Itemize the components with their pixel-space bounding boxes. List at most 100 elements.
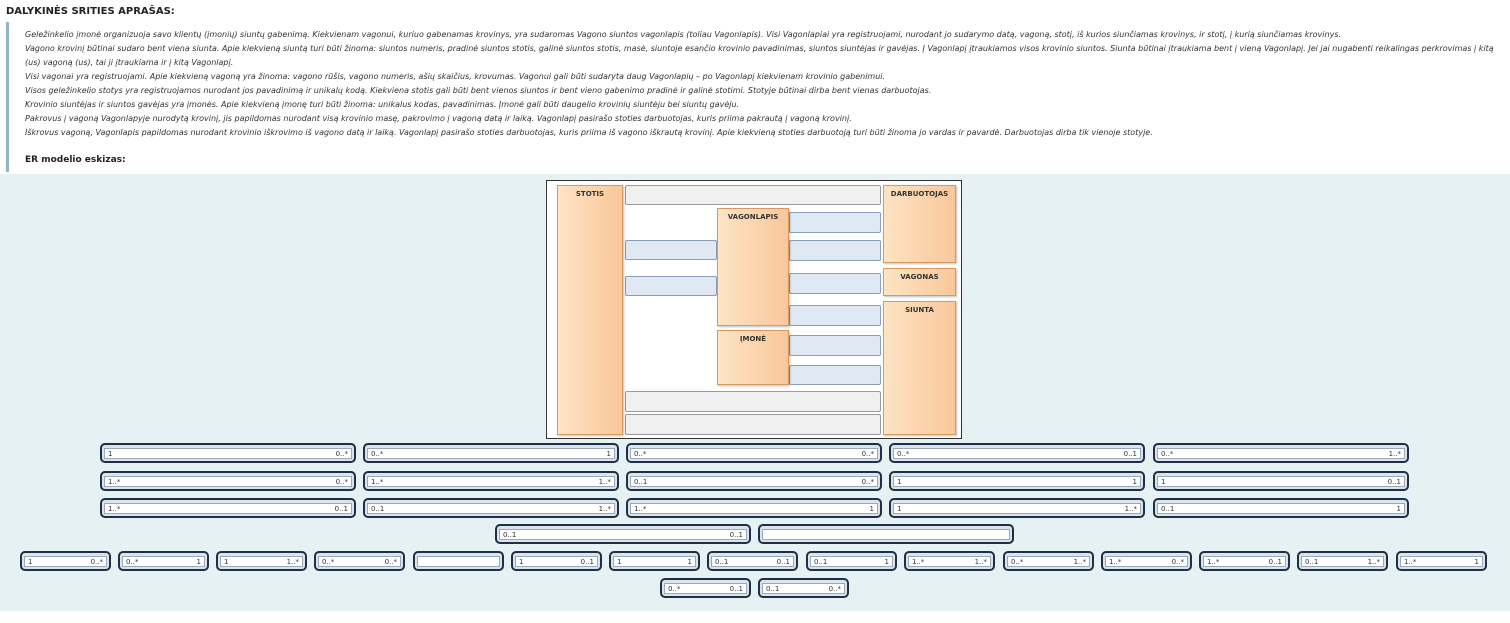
card-right: 0..1 (1268, 558, 1282, 566)
drop-zone-right-5[interactable] (789, 335, 881, 356)
card-left: 1 (28, 558, 33, 566)
card-left: 0..* (897, 450, 910, 458)
entity-siunta: SIUNTA (883, 301, 956, 435)
drop-zone-top[interactable] (625, 185, 881, 205)
card-left: 0..* (1161, 450, 1174, 458)
cardinality-card[interactable]: 1..* 1 (626, 498, 882, 518)
cardinality-card-empty[interactable] (758, 524, 1014, 544)
card-left: 0..1 (1161, 505, 1175, 513)
entity-darbuotojas: DARBUOTOJAS (883, 185, 956, 263)
cardinality-card[interactable]: 0..* 1..* (1153, 443, 1409, 463)
cardinality-card[interactable]: 0..1 1..* (1297, 551, 1388, 571)
card-left: 1..* (1109, 558, 1122, 566)
drop-zone-right-6[interactable] (789, 365, 881, 385)
card-left: 0..* (322, 558, 335, 566)
card-right: 1 (196, 558, 201, 566)
cardinality-card[interactable]: 0..1 0..1 (495, 524, 751, 544)
cardinality-card[interactable]: 1..* 1 (1396, 551, 1487, 571)
cardinality-card[interactable]: 0..* 0..* (314, 551, 405, 571)
drop-zone-right-3[interactable] (789, 273, 881, 294)
card-right: 0..1 (776, 558, 790, 566)
card-left: 0..* (668, 585, 681, 593)
drop-zone-left-2[interactable] (625, 276, 717, 296)
card-right: 1..* (598, 478, 611, 486)
cardinality-card[interactable]: 1 0..1 (511, 551, 602, 571)
paragraph-3: Visi vagonai yra registruojami. Apie kie… (25, 72, 886, 81)
card-right: 0..1 (580, 558, 594, 566)
cardinality-card[interactable]: 1..* 1..* (904, 551, 995, 571)
er-model-title: ER modelio eskizas: (25, 155, 126, 165)
card-left: 1 (1161, 478, 1166, 486)
er-diagram: STOTIS DARBUOTOJAS VAGONLAPIS VAGONAS SI… (546, 180, 962, 439)
drop-zone-right-4[interactable] (789, 305, 881, 326)
cardinality-card[interactable]: 0..* 1 (118, 551, 209, 571)
card-left: 1 (897, 505, 902, 513)
card-left: 0..1 (371, 505, 385, 513)
card-left: 1..* (634, 505, 647, 513)
description-panel: Geležinkelio įmonė organizuoja savo klie… (6, 22, 1502, 172)
entity-vagonlapis: VAGONLAPIS (717, 208, 789, 326)
cardinality-card[interactable]: 1 1..* (889, 498, 1145, 518)
card-left: 0..* (1011, 558, 1024, 566)
card-left: 1..* (912, 558, 925, 566)
drop-zone-bottom-1[interactable] (625, 391, 881, 412)
cardinality-card[interactable]: 1 0..* (100, 443, 356, 463)
cardinality-card[interactable]: 0..1 0..* (626, 471, 882, 491)
cardinality-card[interactable]: 11 (889, 471, 1145, 491)
cardinality-card[interactable]: 0..* 0..1 (660, 578, 751, 598)
cardinality-card[interactable]: 0..* 1 (363, 443, 619, 463)
card-left: 0..1 (634, 478, 648, 486)
cardinality-card[interactable]: 1..* 0..* (1101, 551, 1192, 571)
card-right: 0..* (828, 585, 841, 593)
card-left: 1 (108, 450, 113, 458)
card-left: 1..* (371, 478, 384, 486)
card-left: 1 (519, 558, 524, 566)
paragraph-7: Iškrovus vagoną, Vagonlapis papildomas n… (25, 128, 1153, 137)
card-right: 1 (1132, 478, 1137, 486)
paragraph-4: Visos geležinkelio stotys yra registruoj… (25, 86, 932, 95)
card-right: 1..* (1073, 558, 1086, 566)
cardinality-card[interactable]: 1 0..* (20, 551, 111, 571)
cardinality-card[interactable]: 1..* 1..* (363, 471, 619, 491)
cardinality-card[interactable]: 1 1..* (216, 551, 307, 571)
card-right: 0..1 (729, 585, 743, 593)
cardinality-card[interactable]: 1 0..1 (1153, 471, 1409, 491)
cardinality-card[interactable]: 11 (609, 551, 700, 571)
drop-zone-bottom-2[interactable] (625, 414, 881, 435)
cardinality-card-empty[interactable] (413, 551, 504, 571)
cardinality-card[interactable]: 0..* 0..* (626, 443, 882, 463)
cardinality-card[interactable]: 0..1 1..* (363, 498, 619, 518)
drop-zone-right-1[interactable] (789, 212, 881, 233)
cardinality-card[interactable]: 0..1 0..* (758, 578, 849, 598)
cardinality-card[interactable]: 1..* 0..* (100, 471, 356, 491)
drop-zone-right-2[interactable] (789, 240, 881, 261)
card-left: 1 (897, 478, 902, 486)
card-right: 1 (1396, 505, 1401, 513)
card-right: 0..* (861, 450, 874, 458)
card-right: 0..* (861, 478, 874, 486)
cardinality-card[interactable]: 0..1 0..1 (707, 551, 798, 571)
cardinality-card[interactable]: 0..1 1 (806, 551, 897, 571)
paragraph-6: Pakrovus į vagoną Vagonlapyje nurodytą k… (25, 114, 852, 123)
card-left: 0..1 (814, 558, 828, 566)
card-right: 0..1 (729, 531, 743, 539)
paragraph-2: Vagono krovinį būtinai sudaro bent viena… (25, 44, 1494, 53)
card-left: 1..* (108, 505, 121, 513)
cardinality-card[interactable]: 1..* 0..1 (1199, 551, 1290, 571)
page-heading: DALYKINĖS SRITIES APRAŠAS: (6, 6, 175, 17)
cardinality-card[interactable]: 1..* 0..1 (100, 498, 356, 518)
card-right: 1 (1474, 558, 1479, 566)
card-right: 1 (606, 450, 611, 458)
cardinality-card[interactable]: 0..* 0..1 (889, 443, 1145, 463)
entity-stotis: STOTIS (557, 185, 623, 435)
card-left: 0..1 (766, 585, 780, 593)
drop-zone-left-1[interactable] (625, 240, 717, 260)
cardinality-card[interactable]: 0..* 1..* (1003, 551, 1094, 571)
card-right: 1..* (1367, 558, 1380, 566)
card-left: 0..* (371, 450, 384, 458)
card-left: 0..* (126, 558, 139, 566)
card-left: 1 (224, 558, 229, 566)
card-right: 1 (869, 505, 874, 513)
card-right: 0..1 (1387, 478, 1401, 486)
cardinality-card[interactable]: 0..1 1 (1153, 498, 1409, 518)
